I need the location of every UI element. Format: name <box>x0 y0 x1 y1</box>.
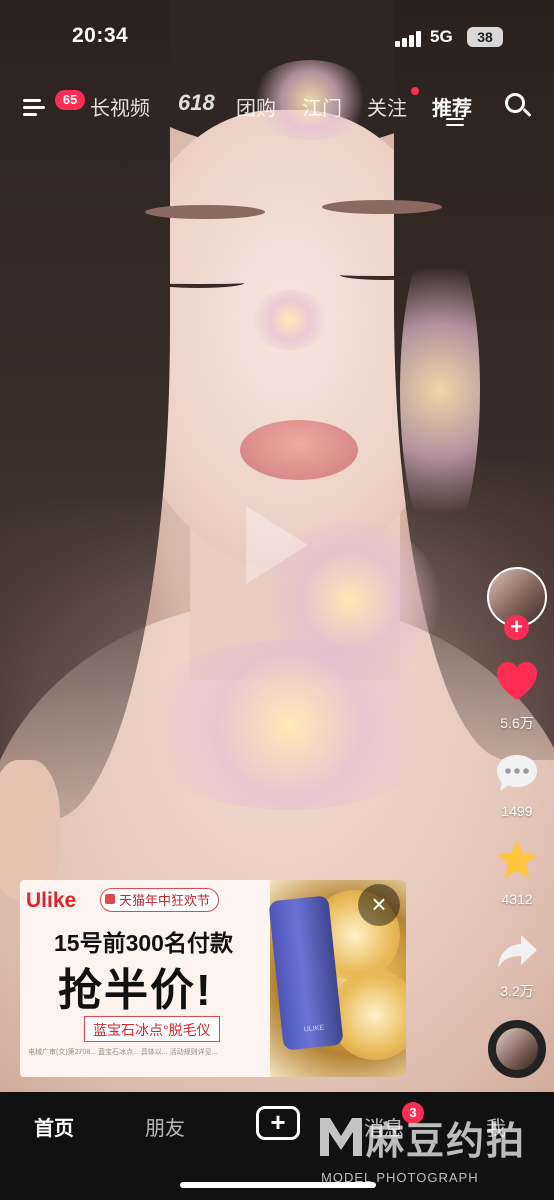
search-icon[interactable] <box>504 92 532 120</box>
share-button[interactable]: 3.2万 <box>486 932 548 1001</box>
post-button[interactable]: + <box>256 1106 300 1140</box>
comment-button[interactable]: 1499 <box>486 752 548 819</box>
music-disc[interactable] <box>488 1020 546 1078</box>
follow-plus-button[interactable]: + <box>504 615 529 640</box>
ad-device-label: ULIKE <box>303 1024 325 1034</box>
tab-friends[interactable]: 朋友 <box>145 1112 185 1141</box>
video-frame-eye <box>152 278 244 288</box>
video-frame-brow <box>145 205 265 219</box>
watermark-logo-icon <box>320 1118 362 1156</box>
battery-icon: 38 <box>467 27 503 47</box>
signal-icon <box>395 31 423 47</box>
status-bar: 20:34 5G 38 <box>0 0 554 76</box>
menu-button[interactable]: 65 <box>20 90 85 120</box>
watermark-text: 麻豆约拍 <box>366 1121 527 1163</box>
video-frame-hand <box>0 760 60 900</box>
menu-badge: 65 <box>55 90 85 110</box>
share-count: 3.2万 <box>500 983 534 999</box>
tmall-icon <box>105 894 115 904</box>
top-nav: 65 长视频 618 团购 江门 关注 推荐 <box>0 84 554 128</box>
tab-group-buy[interactable]: 团购 <box>236 92 276 121</box>
ad-close-button[interactable]: × <box>358 884 400 926</box>
tab-long-video[interactable]: 长视频 <box>90 92 150 121</box>
ad-product-tag: 蓝宝石冰点°脱毛仪 <box>84 1016 220 1042</box>
tab-recommended[interactable]: 推荐 <box>432 92 472 121</box>
tab-local[interactable]: 江门 <box>302 92 342 121</box>
favorite-button[interactable]: 4312 <box>486 838 548 907</box>
video-frame-brow <box>322 200 442 214</box>
following-dot <box>411 87 419 95</box>
ad-card[interactable]: Ulike 天猫年中狂欢节 15号前300名付款 抢半价! 蓝宝石冰点°脱毛仪 … <box>20 880 406 1077</box>
heart-icon <box>497 662 537 700</box>
video-frame-glitter <box>400 230 480 550</box>
star-icon <box>497 840 537 879</box>
like-button[interactable]: 5.6万 <box>486 660 548 733</box>
home-indicator <box>180 1182 376 1188</box>
ad-tmall-text: 天猫年中狂欢节 <box>119 893 211 908</box>
comment-count: 1499 <box>501 803 533 819</box>
ad-tmall-tag: 天猫年中狂欢节 <box>100 888 220 912</box>
tab-618[interactable]: 618 <box>178 90 215 116</box>
share-icon <box>498 935 537 968</box>
video-frame-lips <box>240 420 358 480</box>
refresh-swap-icon <box>446 118 464 128</box>
ad-brand: Ulike <box>26 889 77 912</box>
video-frame-glitter <box>130 640 450 810</box>
ad-flower <box>330 970 406 1060</box>
ad-big-headline: 抢半价! <box>58 966 213 1015</box>
comment-icon <box>497 755 537 791</box>
like-count: 5.6万 <box>500 715 534 731</box>
status-time: 20:34 <box>72 24 129 47</box>
play-icon <box>246 506 308 584</box>
ad-headline: 15号前300名付款 <box>54 930 233 956</box>
favorite-count: 4312 <box>501 891 533 907</box>
network-type: 5G <box>430 27 453 46</box>
tab-home[interactable]: 首页 <box>34 1112 74 1141</box>
video-frame-glitter <box>250 290 330 350</box>
tab-following[interactable]: 关注 <box>367 92 407 121</box>
